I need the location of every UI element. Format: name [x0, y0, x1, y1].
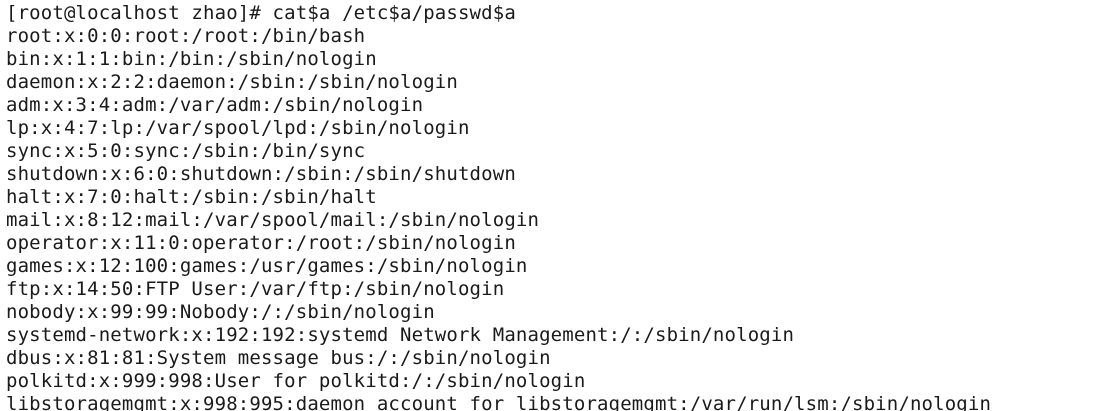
output-line: daemon:x:2:2:daemon:/sbin:/sbin/nologin	[6, 71, 458, 93]
output-line: adm:x:3:4:adm:/var/adm:/sbin/nologin	[6, 94, 424, 116]
output-line: libstoragemgmt:x:998:995:daemon account …	[6, 393, 992, 411]
output-line: lp:x:4:7:lp:/var/spool/lpd:/sbin/nologin	[6, 117, 470, 139]
output-line: polkitd:x:999:998:User for polkitd:/:/sb…	[6, 370, 586, 392]
shell-command: cat$a /etc$a/passwd$a	[272, 2, 516, 24]
terminal-window[interactable]: [root@localhost zhao]# cat$a /etc$a/pass…	[0, 0, 1106, 411]
output-line: mail:x:8:12:mail:/var/spool/mail:/sbin/n…	[6, 209, 540, 231]
output-line: ftp:x:14:50:FTP User:/var/ftp:/sbin/nolo…	[6, 278, 505, 300]
output-line: nobody:x:99:99:Nobody:/:/sbin/nologin	[6, 301, 435, 323]
output-line: sync:x:5:0:sync:/sbin:/bin/sync	[6, 140, 366, 162]
output-line: root:x:0:0:root:/root:/bin/bash	[6, 25, 366, 47]
output-line: halt:x:7:0:halt:/sbin:/sbin/halt	[6, 186, 377, 208]
output-line: dbus:x:81:81:System message bus:/:/sbin/…	[6, 347, 551, 369]
shell-prompt: [root@localhost zhao]#	[6, 2, 273, 24]
output-line: bin:x:1:1:bin:/bin:/sbin/nologin	[6, 48, 377, 70]
output-line: shutdown:x:6:0:shutdown:/sbin:/sbin/shut…	[6, 163, 516, 185]
output-line: operator:x:11:0:operator:/root:/sbin/nol…	[6, 232, 516, 254]
output-line: games:x:12:100:games:/usr/games:/sbin/no…	[6, 255, 528, 277]
prompt-line: [root@localhost zhao]# cat$a /etc$a/pass…	[6, 2, 1106, 25]
output-line: systemd-network:x:192:192:systemd Networ…	[6, 324, 795, 346]
